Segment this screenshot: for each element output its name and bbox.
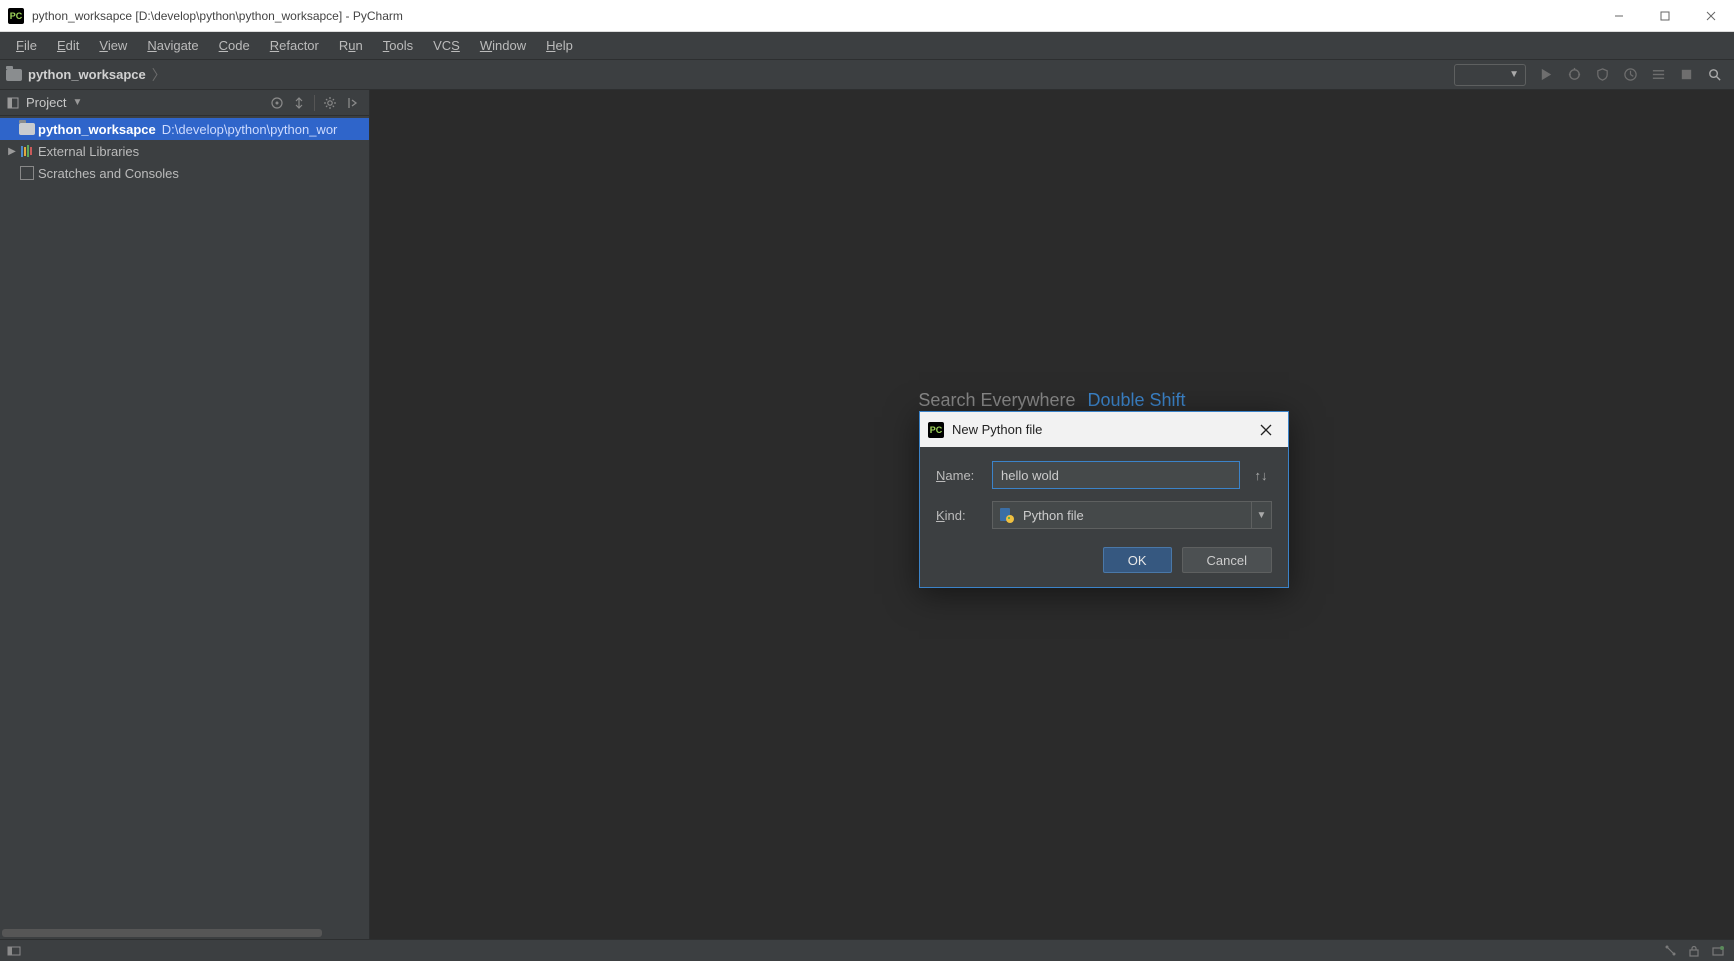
tree-item-workspace[interactable]: python_worksapce D:\develop\python\pytho…: [0, 118, 369, 140]
os-titlebar: PC python_worksapce [D:\develop\python\p…: [0, 0, 1734, 32]
sort-toggle-button[interactable]: ↑↓: [1250, 464, 1272, 486]
hint-search-shortcut: Double Shift: [1088, 390, 1186, 411]
ok-button-label: OK: [1128, 553, 1147, 568]
profile-button[interactable]: [1618, 63, 1642, 87]
concurrency-button[interactable]: [1646, 63, 1670, 87]
python-file-icon: [999, 507, 1015, 523]
dialog-titlebar[interactable]: PC New Python file: [920, 412, 1288, 447]
pycharm-app-icon: PC: [928, 422, 944, 438]
window-close-button[interactable]: [1688, 0, 1734, 32]
locate-button[interactable]: [267, 93, 287, 113]
name-field-label: Name:: [936, 468, 982, 483]
window-minimize-button[interactable]: [1596, 0, 1642, 32]
status-inspector-icon[interactable]: [1708, 941, 1728, 961]
project-panel-title[interactable]: Project: [26, 95, 66, 110]
kind-select[interactable]: Python file ▼: [992, 501, 1272, 529]
menu-window[interactable]: Window: [470, 34, 536, 57]
hide-panel-button[interactable]: [342, 93, 362, 113]
collapse-all-button[interactable]: [289, 93, 309, 113]
tree-item-external-libraries[interactable]: ▶ External Libraries: [0, 140, 369, 162]
menu-edit[interactable]: Edit: [47, 34, 89, 57]
name-input[interactable]: [992, 461, 1240, 489]
dialog-title: New Python file: [952, 422, 1042, 437]
tree-item-label: python_worksapce: [38, 122, 156, 137]
window-maximize-button[interactable]: [1642, 0, 1688, 32]
scrollbar-thumb[interactable]: [2, 929, 322, 937]
menu-view[interactable]: View: [89, 34, 137, 57]
welcome-hints: Search Everywhere Double Shift: [370, 390, 1734, 411]
main-menubar: File Edit View Navigate Code Refactor Ru…: [0, 32, 1734, 60]
tree-item-scratches[interactable]: Scratches and Consoles: [0, 162, 369, 184]
project-tree: python_worksapce D:\develop\python\pytho…: [0, 116, 369, 184]
ok-button[interactable]: OK: [1103, 547, 1172, 573]
chevron-down-icon: ▼: [1251, 502, 1271, 528]
tree-item-label: External Libraries: [38, 144, 139, 159]
breadcrumb-root: python_worksapce: [28, 67, 146, 82]
tree-item-path: D:\develop\python\python_wor: [162, 122, 338, 137]
libraries-icon: [18, 145, 36, 157]
folder-icon: [6, 69, 22, 81]
search-button[interactable]: [1702, 63, 1726, 87]
menu-tools[interactable]: Tools: [373, 34, 423, 57]
sidebar-horizontal-scrollbar[interactable]: [0, 929, 369, 939]
hint-search-label: Search Everywhere: [918, 390, 1075, 411]
status-git-icon[interactable]: [1660, 941, 1680, 961]
caret-right-icon: ▶: [6, 146, 18, 157]
chevron-right-icon: 〉: [152, 65, 166, 85]
chevron-down-icon[interactable]: ▼: [72, 97, 82, 108]
coverage-button[interactable]: [1590, 63, 1614, 87]
cancel-button[interactable]: Cancel: [1182, 547, 1272, 573]
folder-icon: [18, 123, 36, 135]
project-panel-icon: [6, 96, 20, 110]
kind-field-label: Kind:: [936, 508, 982, 523]
run-button[interactable]: [1534, 63, 1558, 87]
dialog-close-button[interactable]: [1252, 416, 1280, 444]
new-python-file-dialog: PC New Python file Name: ↑↓ Kind:: [919, 411, 1289, 588]
status-lock-icon[interactable]: [1684, 941, 1704, 961]
cancel-button-label: Cancel: [1207, 553, 1247, 568]
chevron-down-icon: ▼: [1509, 69, 1519, 80]
menu-code[interactable]: Code: [209, 34, 260, 57]
navigation-toolbar: python_worksapce 〉 ▼: [0, 60, 1734, 90]
menu-refactor[interactable]: Refactor: [260, 34, 329, 57]
menu-file[interactable]: File: [6, 34, 47, 57]
project-panel-header: Project ▼: [0, 90, 369, 116]
menu-vcs[interactable]: VCS: [423, 34, 470, 57]
status-bar: [0, 939, 1734, 961]
scratches-icon: [18, 166, 36, 180]
dialog-body: Name: ↑↓ Kind: Python file ▼: [920, 447, 1288, 587]
main-area: Project ▼ python_worksapce D:\develop: [0, 90, 1734, 939]
tree-item-label: Scratches and Consoles: [38, 166, 179, 181]
run-config-selector[interactable]: ▼: [1454, 64, 1526, 86]
stop-button[interactable]: [1674, 63, 1698, 87]
window-title: python_worksapce [D:\develop\python\pyth…: [32, 9, 403, 23]
editor-area: Search Everywhere Double Shift PC New Py…: [370, 90, 1734, 939]
breadcrumb[interactable]: python_worksapce 〉: [6, 65, 166, 85]
pycharm-app-icon: PC: [8, 8, 24, 24]
separator: [314, 95, 315, 111]
tool-windows-toggle[interactable]: [4, 941, 24, 961]
menu-navigate[interactable]: Navigate: [137, 34, 208, 57]
menu-run[interactable]: Run: [329, 34, 373, 57]
menu-help[interactable]: Help: [536, 34, 583, 57]
project-sidebar: Project ▼ python_worksapce D:\develop: [0, 90, 370, 939]
panel-settings-button[interactable]: [320, 93, 340, 113]
debug-button[interactable]: [1562, 63, 1586, 87]
kind-select-value: Python file: [1023, 508, 1084, 523]
